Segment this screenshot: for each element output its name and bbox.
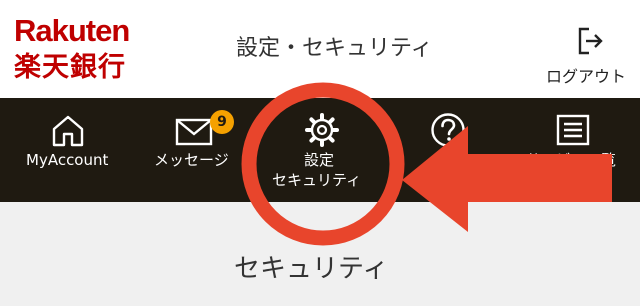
nav-item-services[interactable]: サービス一覧 xyxy=(506,98,640,202)
header: Rakuten 楽天銀行 設定・セキュリティ ログアウト xyxy=(0,0,640,98)
nav-label-services: サービス一覧 xyxy=(526,151,617,169)
rakuten-bank-logo[interactable]: Rakuten 楽天銀行 xyxy=(14,14,144,88)
nav-label-myaccount: MyAccount xyxy=(26,151,109,169)
message-count-badge: 9 xyxy=(210,110,234,134)
nav-item-help[interactable] xyxy=(390,98,506,202)
logout-button[interactable]: ログアウト xyxy=(540,26,640,86)
nav-item-messages[interactable]: 9 メッセージ xyxy=(136,98,256,202)
nav-label-security: セキュリティ xyxy=(272,171,362,189)
help-icon xyxy=(431,113,465,147)
section-title: セキュリティ xyxy=(234,254,389,284)
logout-label: ログアウト xyxy=(546,67,627,86)
logo-text-en: Rakuten xyxy=(14,13,130,48)
nav-item-myaccount[interactable]: MyAccount xyxy=(0,98,136,202)
logo-text-jp: 楽天銀行 xyxy=(14,52,126,83)
nav-item-settings-security[interactable]: 設定 セキュリティ xyxy=(256,98,390,202)
list-icon xyxy=(556,114,590,146)
page-title: 設定・セキュリティ xyxy=(236,36,433,61)
logout-icon xyxy=(578,27,603,55)
gear-icon xyxy=(305,113,339,147)
content-area: セキュリティ xyxy=(0,202,640,306)
nav-label-settings: 設定 xyxy=(304,151,335,169)
nav-label-messages: メッセージ xyxy=(154,151,229,169)
home-icon xyxy=(52,115,84,147)
main-navigation: MyAccount 9 メッセージ 設定 セキュリティ サービス一覧 xyxy=(0,98,640,202)
mail-icon xyxy=(175,118,213,146)
